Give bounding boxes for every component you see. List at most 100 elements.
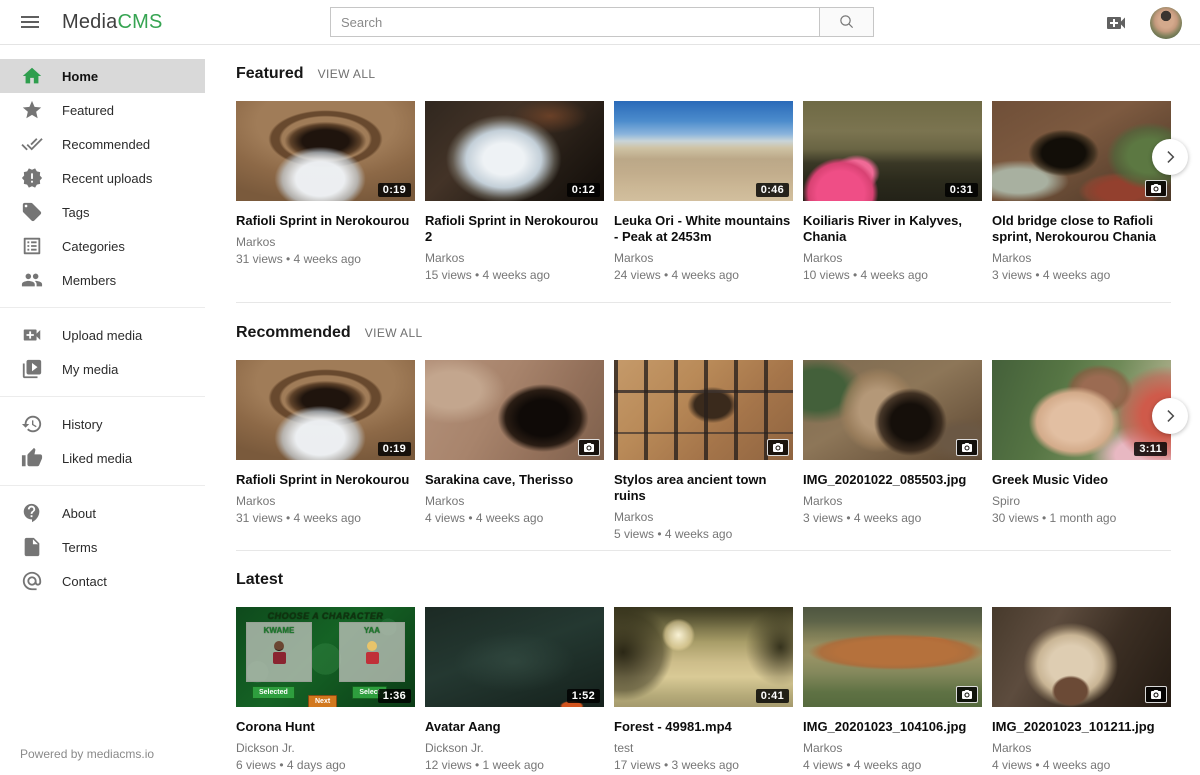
media-author[interactable]: Markos — [614, 510, 793, 524]
sidebar-item-label: Recent uploads — [62, 171, 152, 186]
section-title: Latest — [236, 571, 283, 588]
media-thumbnail[interactable]: 0:41 — [614, 607, 793, 707]
media-author[interactable]: Markos — [803, 251, 982, 265]
sidebar-group-media: Upload media My media — [0, 308, 205, 396]
media-thumbnail[interactable]: 0:46 — [614, 101, 793, 201]
sidebar-item-recommended[interactable]: Recommended — [0, 127, 205, 161]
media-thumbnail[interactable] — [425, 360, 604, 460]
media-author[interactable]: Dickson Jr. — [425, 741, 604, 755]
sidebar-item-upload-media[interactable]: Upload media — [0, 318, 205, 352]
media-title[interactable]: Avatar Aang — [425, 719, 604, 735]
media-card[interactable]: IMG_20201023_101211.jpg Markos 4 views •… — [992, 607, 1171, 772]
media-thumbnail[interactable]: 3:11 — [992, 360, 1171, 460]
thumb-overlay-panel: YAA — [339, 622, 405, 682]
sidebar-item-tags[interactable]: Tags — [0, 195, 205, 229]
media-card[interactable]: IMG_20201023_104106.jpg Markos 4 views •… — [803, 607, 982, 772]
media-thumbnail[interactable] — [992, 607, 1171, 707]
media-thumbnail[interactable] — [614, 360, 793, 460]
media-title[interactable]: Rafioli Sprint in Nerokourou — [236, 472, 415, 488]
media-thumbnail[interactable] — [992, 101, 1171, 201]
media-title[interactable]: IMG_20201023_101211.jpg — [992, 719, 1171, 735]
media-thumbnail[interactable]: CHOOSE A CHARACTER KWAME YAA Selected Se… — [236, 607, 415, 707]
user-avatar[interactable] — [1150, 7, 1182, 39]
media-title[interactable]: Koiliaris River in Kalyves, Chania — [803, 213, 982, 245]
media-thumbnail[interactable] — [803, 360, 982, 460]
sidebar-item-members[interactable]: Members — [0, 263, 205, 297]
media-title[interactable]: Corona Hunt — [236, 719, 415, 735]
sidebar-item-home[interactable]: Home — [0, 59, 205, 93]
media-card[interactable]: IMG_20201022_085503.jpg Markos 3 views •… — [803, 360, 982, 532]
upload-media-button[interactable] — [1104, 11, 1128, 35]
sidebar-item-recent-uploads[interactable]: Recent uploads — [0, 161, 205, 195]
view-all-link[interactable]: VIEW ALL — [365, 326, 423, 340]
media-card[interactable]: 0:19 Rafioli Sprint in Nerokourou Markos… — [236, 101, 415, 284]
sidebar-item-label: Home — [62, 69, 98, 84]
sidebar-item-my-media[interactable]: My media — [0, 352, 205, 386]
media-author[interactable]: Dickson Jr. — [236, 741, 415, 755]
media-author[interactable]: Markos — [236, 494, 415, 508]
sidebar-item-liked-media[interactable]: Liked media — [0, 441, 205, 475]
media-title[interactable]: Rafioli Sprint in Nerokourou — [236, 213, 415, 229]
media-title[interactable]: Greek Music Video — [992, 472, 1171, 488]
media-card[interactable]: 1:52 Avatar Aang Dickson Jr. 12 views • … — [425, 607, 604, 772]
sidebar-item-label: Categories — [62, 239, 125, 254]
sidebar-item-history[interactable]: History — [0, 407, 205, 441]
app-logo[interactable]: MediaCMS — [62, 11, 163, 34]
double-check-icon — [20, 132, 44, 156]
media-card[interactable]: 0:31 Koiliaris River in Kalyves, Chania … — [803, 101, 982, 284]
media-title[interactable]: Leuka Ori - White mountains - Peak at 24… — [614, 213, 793, 245]
media-author[interactable]: Markos — [992, 251, 1171, 265]
thumb-overlay-title: CHOOSE A CHARACTER — [236, 611, 415, 621]
media-card[interactable]: Old bridge close to Rafioli sprint, Nero… — [992, 101, 1171, 284]
media-author[interactable]: Markos — [236, 235, 415, 249]
media-card[interactable]: 0:46 Leuka Ori - White mountains - Peak … — [614, 101, 793, 284]
sidebar-group-personal: History Liked media — [0, 397, 205, 485]
sidebar-item-categories[interactable]: Categories — [0, 229, 205, 263]
media-card[interactable]: CHOOSE A CHARACTER KWAME YAA Selected Se… — [236, 607, 415, 772]
search-input[interactable] — [330, 7, 820, 37]
media-thumbnail[interactable]: 0:19 — [236, 360, 415, 460]
media-card[interactable]: Sarakina cave, Therisso Markos 4 views •… — [425, 360, 604, 532]
media-thumbnail[interactable] — [803, 607, 982, 707]
carousel-next-button[interactable] — [1152, 398, 1188, 434]
media-author[interactable]: Spiro — [992, 494, 1171, 508]
media-title[interactable]: IMG_20201023_104106.jpg — [803, 719, 982, 735]
media-card[interactable]: 0:41 Forest - 49981.mp4 test 17 views • … — [614, 607, 793, 772]
media-title[interactable]: Stylos area ancient town ruins — [614, 472, 793, 504]
media-thumbnail[interactable]: 1:52 — [425, 607, 604, 707]
media-title[interactable]: IMG_20201022_085503.jpg — [803, 472, 982, 488]
pixel-character — [271, 641, 287, 664]
media-author[interactable]: Markos — [803, 494, 982, 508]
media-meta: 4 views • 4 weeks ago — [803, 758, 982, 772]
search-button[interactable] — [819, 7, 874, 37]
media-title[interactable]: Rafioli Sprint in Nerokourou 2 — [425, 213, 604, 245]
powered-by-link[interactable]: Powered by mediacms.io — [0, 747, 205, 775]
media-thumbnail[interactable]: 0:19 — [236, 101, 415, 201]
media-thumbnail[interactable]: 0:31 — [803, 101, 982, 201]
logo-cms: CMS — [117, 11, 162, 33]
media-author[interactable]: Markos — [614, 251, 793, 265]
media-author[interactable]: Markos — [803, 741, 982, 755]
media-title[interactable]: Forest - 49981.mp4 — [614, 719, 793, 735]
media-author[interactable]: Markos — [425, 494, 604, 508]
view-all-link[interactable]: VIEW ALL — [318, 67, 376, 81]
duration-badge: 0:12 — [567, 183, 600, 197]
media-thumbnail[interactable]: 0:12 — [425, 101, 604, 201]
media-title[interactable]: Old bridge close to Rafioli sprint, Nero… — [992, 213, 1171, 245]
sidebar-item-contact[interactable]: Contact — [0, 564, 205, 598]
media-author[interactable]: Markos — [992, 741, 1171, 755]
media-meta: 17 views • 3 weeks ago — [614, 758, 793, 772]
media-author[interactable]: test — [614, 741, 793, 755]
carousel-next-button[interactable] — [1152, 139, 1188, 175]
sidebar-item-featured[interactable]: Featured — [0, 93, 205, 127]
menu-button[interactable] — [8, 0, 52, 44]
sidebar-item-about[interactable]: About — [0, 496, 205, 530]
media-card[interactable]: 0:19 Rafioli Sprint in Nerokourou Markos… — [236, 360, 415, 532]
media-card[interactable]: 3:11 Greek Music Video Spiro 30 views • … — [992, 360, 1171, 532]
media-author[interactable]: Markos — [425, 251, 604, 265]
sidebar-item-terms[interactable]: Terms — [0, 530, 205, 564]
media-title[interactable]: Sarakina cave, Therisso — [425, 472, 604, 488]
media-card[interactable]: 0:12 Rafioli Sprint in Nerokourou 2 Mark… — [425, 101, 604, 284]
media-card[interactable]: Stylos area ancient town ruins Markos 5 … — [614, 360, 793, 532]
new-releases-icon — [20, 166, 44, 190]
